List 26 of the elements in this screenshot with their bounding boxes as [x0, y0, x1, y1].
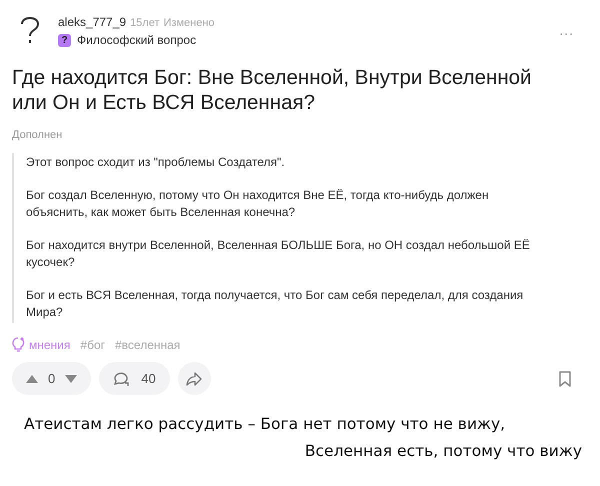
category-badge: ? — [58, 34, 71, 46]
more-options-button[interactable]: ... — [559, 22, 574, 38]
hashtag-link[interactable]: #вселенная — [115, 338, 180, 352]
share-arrow-icon — [186, 372, 202, 386]
caption-line: Атеистам легко рассудить – Бога нет потому что не вижу, — [24, 415, 506, 433]
edited-label: Изменено — [164, 17, 215, 29]
quote-paragraph: Бог и есть ВСЯ Вселенная, тогда получается, что Бог сам себя переделал, для создания Мира? — [26, 287, 524, 321]
post-age: 15лет — [130, 17, 160, 29]
hashtag-link[interactable]: #бог — [80, 338, 105, 352]
downvote-icon[interactable] — [65, 374, 78, 382]
question-title: Где находится Бог: Вне Вселенной, Внутри Вселенной или Он и Есть ВСЯ Вселенная? — [12, 65, 532, 115]
share-button[interactable] — [178, 362, 211, 395]
quote-paragraph: Этот вопрос сходит из "проблемы Создателя". — [26, 154, 286, 171]
category-name[interactable]: Философский вопрос — [77, 33, 196, 47]
lightbulb-icon — [12, 337, 25, 352]
speech-bubble-icon — [113, 370, 132, 386]
bookmark-icon[interactable] — [558, 370, 572, 386]
topic-tag[interactable]: мнения — [12, 337, 70, 352]
author-name[interactable]: aleks_777_9 — [58, 15, 126, 29]
upvote-icon[interactable] — [26, 374, 38, 382]
quote-paragraph: Бог создал Вселенную, потому что Он находится Вне ЕЁ, тогда кто-нибудь должен объяснить, как может быть Вселенная конечна? — [26, 187, 490, 221]
caption-line: Вселенная есть, потому что вижу — [304, 442, 582, 460]
vote-count: 0 — [48, 371, 56, 386]
comments-button[interactable]: 40 — [99, 362, 170, 395]
supplement-label: Дополнен — [12, 129, 64, 141]
quote-paragraph: Бог находится внутри Вселенной, Вселенная БОЛЬШЕ Бога, но ОН создал небольшой ЕЁ кусочек? — [26, 237, 531, 271]
